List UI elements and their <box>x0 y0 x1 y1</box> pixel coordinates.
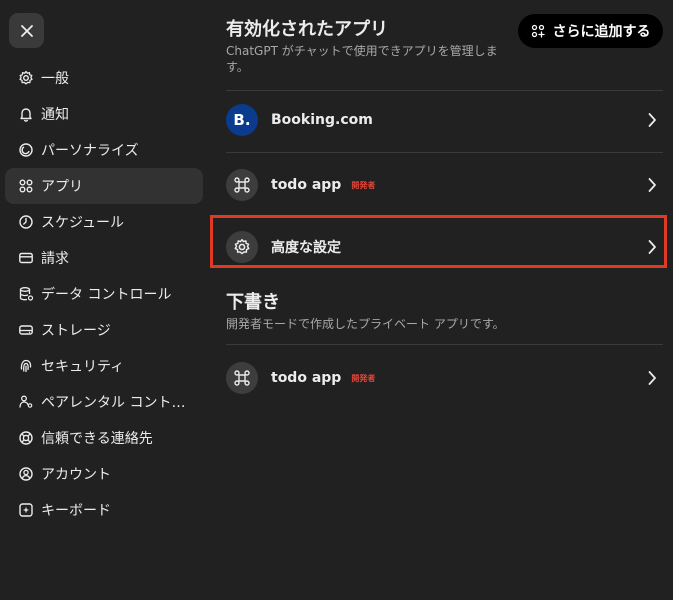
sidebar-item-label: 請求 <box>41 251 69 267</box>
developer-badge: 開発者 <box>351 180 376 190</box>
sidebar-item-label: アプリ <box>41 179 83 195</box>
advanced-settings-row[interactable]: 高度な設定 <box>226 218 663 276</box>
app-name: todo app <box>271 177 342 193</box>
gear-icon <box>226 231 258 263</box>
sidebar-item-label: データ コントロール <box>41 287 172 303</box>
todo-app-icon <box>226 362 258 394</box>
apps-icon <box>17 177 35 195</box>
close-button[interactable] <box>9 13 44 48</box>
sidebar-item-data-controls[interactable]: データ コントロール <box>5 276 203 312</box>
sidebar-item-label: セキュリティ <box>41 359 125 375</box>
settings-sidebar: 一般 通知 パーソナライズ アプリ スケジュール 請求 データ コントロール ス… <box>5 60 203 528</box>
sidebar-item-schedule[interactable]: スケジュール <box>5 204 203 240</box>
todo-app-icon <box>226 169 258 201</box>
sidebar-item-storage[interactable]: ストレージ <box>5 312 203 348</box>
add-more-apps-button[interactable]: さらに追加する <box>518 14 663 48</box>
enabled-apps-title: 有効化されたアプリ <box>226 19 388 40</box>
sidebar-item-keyboard[interactable]: キーボード <box>5 492 203 528</box>
sidebar-item-billing[interactable]: 請求 <box>5 240 203 276</box>
chevron-right-icon <box>647 177 657 193</box>
parental-icon <box>17 393 35 411</box>
chevron-right-icon <box>647 370 657 386</box>
sidebar-item-general[interactable]: 一般 <box>5 60 203 96</box>
chevron-right-icon <box>647 112 657 128</box>
app-name: Booking.com <box>271 112 373 128</box>
sidebar-item-parental-controls[interactable]: ペアレンタル コント… <box>5 384 203 420</box>
divider <box>226 152 663 153</box>
clock-icon <box>17 213 35 231</box>
booking-logo: B. <box>226 104 258 136</box>
sidebar-item-label: 一般 <box>41 71 69 87</box>
sidebar-item-label: 信頼できる連絡先 <box>41 431 153 447</box>
sidebar-item-label: キーボード <box>41 503 111 519</box>
sidebar-item-label: スケジュール <box>41 215 125 231</box>
sidebar-item-label: パーソナライズ <box>41 143 139 159</box>
divider <box>226 344 663 345</box>
database-icon <box>17 285 35 303</box>
add-more-apps-label: さらに追加する <box>552 24 651 40</box>
advanced-settings-label: 高度な設定 <box>271 240 341 256</box>
sidebar-item-label: ストレージ <box>41 323 111 339</box>
app-name: todo app <box>271 370 342 386</box>
account-icon <box>17 465 35 483</box>
chevron-right-icon <box>647 239 657 255</box>
developer-badge: 開発者 <box>351 373 376 383</box>
sidebar-item-notifications[interactable]: 通知 <box>5 96 203 132</box>
bell-icon <box>17 105 35 123</box>
personalize-icon <box>17 141 35 159</box>
sidebar-item-label: ペアレンタル コント… <box>41 395 186 411</box>
keyboard-icon <box>17 501 35 519</box>
drafts-description: 開発者モードで作成したプライベート アプリです。 <box>226 317 505 331</box>
app-row-booking[interactable]: B. Booking.com <box>226 91 663 149</box>
sidebar-item-account[interactable]: アカウント <box>5 456 203 492</box>
card-icon <box>17 249 35 267</box>
fingerprint-icon <box>17 357 35 375</box>
app-row-todo[interactable]: todo app 開発者 <box>226 156 663 214</box>
gear-icon <box>17 69 35 87</box>
sidebar-item-label: アカウント <box>41 467 111 483</box>
sidebar-item-label: 通知 <box>41 107 69 123</box>
drafts-title: 下書き <box>226 292 280 313</box>
storage-icon <box>17 321 35 339</box>
sidebar-item-apps[interactable]: アプリ <box>5 168 203 204</box>
draft-app-row-todo[interactable]: todo app 開発者 <box>226 349 663 407</box>
sidebar-item-trusted-contacts[interactable]: 信頼できる連絡先 <box>5 420 203 456</box>
close-icon <box>20 24 33 37</box>
divider <box>226 216 663 217</box>
enabled-apps-description: ChatGPT がチャットで使用できアプリを管理します。 <box>226 44 498 74</box>
sidebar-item-personalize[interactable]: パーソナライズ <box>5 132 203 168</box>
sidebar-item-security[interactable]: セキュリティ <box>5 348 203 384</box>
lifebuoy-icon <box>17 429 35 447</box>
apps-icon <box>531 24 545 38</box>
